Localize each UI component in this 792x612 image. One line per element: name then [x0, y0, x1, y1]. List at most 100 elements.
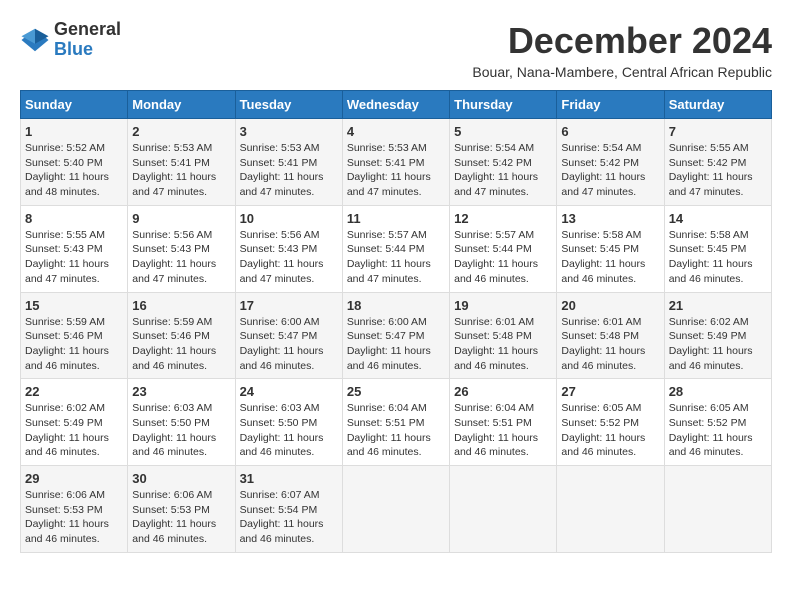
day-number: 28 — [669, 384, 767, 399]
day-info: Sunrise: 5:56 AMSunset: 5:43 PMDaylight:… — [240, 228, 338, 287]
day-number: 4 — [347, 124, 445, 139]
calendar-day-25: 25 Sunrise: 6:04 AMSunset: 5:51 PMDayligh… — [342, 379, 449, 466]
calendar-day-19: 19 Sunrise: 6:01 AMSunset: 5:48 PMDayligh… — [450, 292, 557, 379]
calendar-week-row: 22Sunrise: 6:02 AMSunset: 5:49 PMDayligh… — [21, 379, 772, 466]
day-info: Sunrise: 5:53 AMSunset: 5:41 PMDaylight:… — [347, 141, 445, 200]
header-day-wednesday: Wednesday — [342, 91, 449, 119]
calendar-week-row: 1 Sunrise: 5:52 AMSunset: 5:40 PMDaylight… — [21, 119, 772, 206]
day-info: Sunrise: 5:57 AMSunset: 5:44 PMDaylight:… — [347, 228, 445, 287]
calendar-day-20: 20 Sunrise: 6:01 AMSunset: 5:48 PMDayligh… — [557, 292, 664, 379]
day-info: Sunrise: 5:53 AMSunset: 5:41 PMDaylight:… — [132, 141, 230, 200]
calendar-week-row: 8Sunrise: 5:55 AMSunset: 5:43 PMDaylight… — [21, 205, 772, 292]
day-number: 30 — [132, 471, 230, 486]
calendar-week-row: 29 Sunrise: 6:06 AMSunset: 5:53 PMDayligh… — [21, 466, 772, 553]
day-info: Sunrise: 6:01 AMSunset: 5:48 PMDaylight:… — [454, 315, 552, 374]
day-number: 6 — [561, 124, 659, 139]
day-number: 1 — [25, 124, 123, 139]
calendar-day-28: 28 Sunrise: 6:05 AMSunset: 5:52 PMDayligh… — [664, 379, 771, 466]
logo: General Blue — [20, 20, 121, 60]
header-day-thursday: Thursday — [450, 91, 557, 119]
calendar-day-10: 10 Sunrise: 5:56 AMSunset: 5:43 PMDayligh… — [235, 205, 342, 292]
calendar-day-4: 4 Sunrise: 5:53 AMSunset: 5:41 PMDaylight… — [342, 119, 449, 206]
day-number: 13 — [561, 211, 659, 226]
day-info: Sunrise: 5:53 AMSunset: 5:41 PMDaylight:… — [240, 141, 338, 200]
calendar-day-5: 5 Sunrise: 5:54 AMSunset: 5:42 PMDaylight… — [450, 119, 557, 206]
day-info: Sunrise: 6:00 AMSunset: 5:47 PMDaylight:… — [347, 315, 445, 374]
calendar-day-12: 12 Sunrise: 5:57 AMSunset: 5:44 PMDayligh… — [450, 205, 557, 292]
day-number: 5 — [454, 124, 552, 139]
calendar-day-29: 29 Sunrise: 6:06 AMSunset: 5:53 PMDayligh… — [21, 466, 128, 553]
empty-day-cell — [664, 466, 771, 553]
logo-icon — [20, 25, 50, 55]
day-number: 21 — [669, 298, 767, 313]
day-info: Sunrise: 5:59 AMSunset: 5:46 PMDaylight:… — [25, 315, 123, 374]
calendar-body: 1 Sunrise: 5:52 AMSunset: 5:40 PMDaylight… — [21, 119, 772, 553]
calendar-day-27: 27Sunrise: 6:05 AMSunset: 5:52 PMDayligh… — [557, 379, 664, 466]
day-number: 29 — [25, 471, 123, 486]
calendar-day-7: 7 Sunrise: 5:55 AMSunset: 5:42 PMDaylight… — [664, 119, 771, 206]
calendar-day-16: 16Sunrise: 5:59 AMSunset: 5:46 PMDayligh… — [128, 292, 235, 379]
calendar-day-18: 18 Sunrise: 6:00 AMSunset: 5:47 PMDayligh… — [342, 292, 449, 379]
day-info: Sunrise: 6:01 AMSunset: 5:48 PMDaylight:… — [561, 315, 659, 374]
calendar-day-6: 6 Sunrise: 5:54 AMSunset: 5:42 PMDaylight… — [557, 119, 664, 206]
header-day-monday: Monday — [128, 91, 235, 119]
day-number: 16 — [132, 298, 230, 313]
day-number: 26 — [454, 384, 552, 399]
day-number: 23 — [132, 384, 230, 399]
day-number: 19 — [454, 298, 552, 313]
day-info: Sunrise: 6:02 AMSunset: 5:49 PMDaylight:… — [669, 315, 767, 374]
day-info: Sunrise: 6:06 AMSunset: 5:53 PMDaylight:… — [25, 488, 123, 547]
day-info: Sunrise: 6:05 AMSunset: 5:52 PMDaylight:… — [561, 401, 659, 460]
header-row: SundayMondayTuesdayWednesdayThursdayFrid… — [21, 91, 772, 119]
header-day-tuesday: Tuesday — [235, 91, 342, 119]
day-info: Sunrise: 5:58 AMSunset: 5:45 PMDaylight:… — [669, 228, 767, 287]
empty-day-cell — [342, 466, 449, 553]
day-info: Sunrise: 5:52 AMSunset: 5:40 PMDaylight:… — [25, 141, 123, 200]
calendar-day-21: 21 Sunrise: 6:02 AMSunset: 5:49 PMDayligh… — [664, 292, 771, 379]
day-number: 7 — [669, 124, 767, 139]
day-number: 9 — [132, 211, 230, 226]
empty-day-cell — [450, 466, 557, 553]
logo-text: General Blue — [54, 20, 121, 60]
day-number: 10 — [240, 211, 338, 226]
header: General Blue December 2024 Bouar, Nana-M… — [20, 20, 772, 80]
day-info: Sunrise: 6:06 AMSunset: 5:53 PMDaylight:… — [132, 488, 230, 547]
day-number: 2 — [132, 124, 230, 139]
calendar-day-15: 15Sunrise: 5:59 AMSunset: 5:46 PMDayligh… — [21, 292, 128, 379]
calendar-day-1: 1 Sunrise: 5:52 AMSunset: 5:40 PMDaylight… — [21, 119, 128, 206]
calendar-day-17: 17Sunrise: 6:00 AMSunset: 5:47 PMDayligh… — [235, 292, 342, 379]
empty-day-cell — [557, 466, 664, 553]
day-info: Sunrise: 5:54 AMSunset: 5:42 PMDaylight:… — [454, 141, 552, 200]
calendar-day-9: 9Sunrise: 5:56 AMSunset: 5:43 PMDaylight… — [128, 205, 235, 292]
logo-general: General — [54, 19, 121, 39]
calendar-subtitle: Bouar, Nana-Mambere, Central African Rep… — [472, 64, 772, 80]
calendar-day-2: 2 Sunrise: 5:53 AMSunset: 5:41 PMDaylight… — [128, 119, 235, 206]
day-info: Sunrise: 6:04 AMSunset: 5:51 PMDaylight:… — [347, 401, 445, 460]
logo-blue: Blue — [54, 39, 93, 59]
day-number: 11 — [347, 211, 445, 226]
day-info: Sunrise: 5:55 AMSunset: 5:42 PMDaylight:… — [669, 141, 767, 200]
day-number: 31 — [240, 471, 338, 486]
calendar-table: SundayMondayTuesdayWednesdayThursdayFrid… — [20, 90, 772, 553]
calendar-day-11: 11 Sunrise: 5:57 AMSunset: 5:44 PMDayligh… — [342, 205, 449, 292]
calendar-day-3: 3 Sunrise: 5:53 AMSunset: 5:41 PMDaylight… — [235, 119, 342, 206]
day-info: Sunrise: 6:07 AMSunset: 5:54 PMDaylight:… — [240, 488, 338, 547]
day-number: 14 — [669, 211, 767, 226]
calendar-day-31: 31 Sunrise: 6:07 AMSunset: 5:54 PMDayligh… — [235, 466, 342, 553]
day-info: Sunrise: 5:57 AMSunset: 5:44 PMDaylight:… — [454, 228, 552, 287]
calendar-day-24: 24 Sunrise: 6:03 AMSunset: 5:50 PMDayligh… — [235, 379, 342, 466]
calendar-title: December 2024 — [472, 20, 772, 62]
day-number: 20 — [561, 298, 659, 313]
day-number: 12 — [454, 211, 552, 226]
day-info: Sunrise: 5:58 AMSunset: 5:45 PMDaylight:… — [561, 228, 659, 287]
day-number: 24 — [240, 384, 338, 399]
header-day-sunday: Sunday — [21, 91, 128, 119]
day-number: 25 — [347, 384, 445, 399]
day-number: 3 — [240, 124, 338, 139]
day-info: Sunrise: 6:05 AMSunset: 5:52 PMDaylight:… — [669, 401, 767, 460]
day-number: 18 — [347, 298, 445, 313]
day-info: Sunrise: 6:03 AMSunset: 5:50 PMDaylight:… — [240, 401, 338, 460]
day-info: Sunrise: 5:54 AMSunset: 5:42 PMDaylight:… — [561, 141, 659, 200]
day-number: 8 — [25, 211, 123, 226]
calendar-header: SundayMondayTuesdayWednesdayThursdayFrid… — [21, 91, 772, 119]
